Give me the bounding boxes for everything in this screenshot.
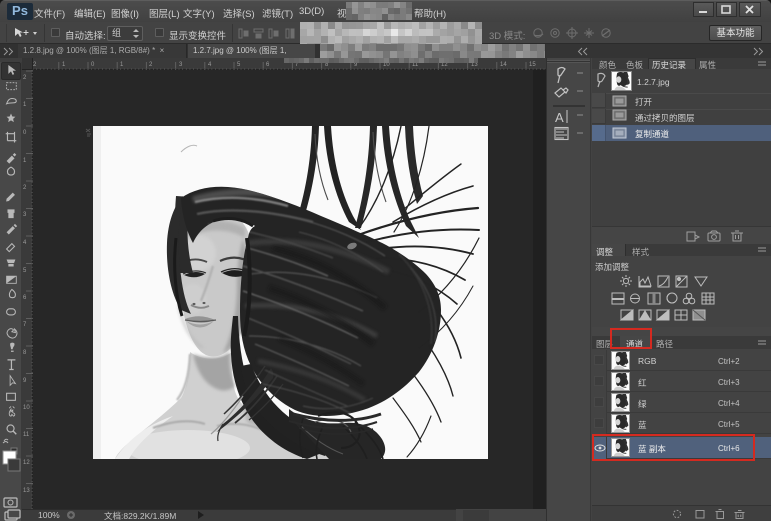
svg-text:1: 1 <box>23 158 27 164</box>
svg-text:2: 2 <box>23 185 27 191</box>
svg-text:5: 5 <box>23 268 27 274</box>
svg-text:13: 13 <box>23 488 30 494</box>
svg-text:6: 6 <box>23 295 27 301</box>
svg-text:0: 0 <box>23 130 27 136</box>
svg-text:7: 7 <box>23 322 27 328</box>
svg-text:11: 11 <box>23 432 30 438</box>
svg-text:9: 9 <box>23 378 27 384</box>
svg-text:8: 8 <box>23 350 27 356</box>
svg-text:12: 12 <box>23 460 30 466</box>
svg-text:4: 4 <box>23 240 27 246</box>
svg-text:10: 10 <box>23 405 30 411</box>
svg-text:A: A <box>555 110 564 125</box>
svg-text:3: 3 <box>23 212 27 218</box>
svg-text:1: 1 <box>23 102 27 108</box>
